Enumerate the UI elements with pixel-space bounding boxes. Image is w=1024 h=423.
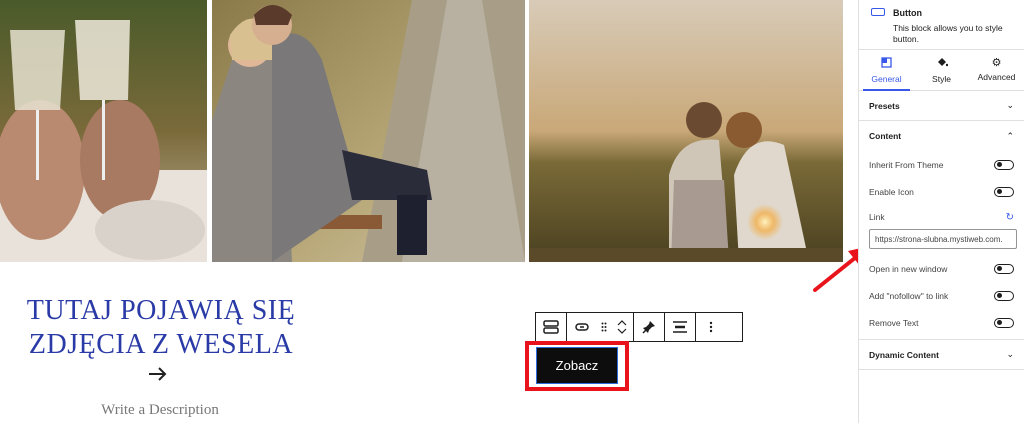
- link-icon[interactable]: [567, 313, 597, 341]
- toolbar-group-more: [696, 313, 726, 341]
- inherit-theme-label: Inherit From Theme: [869, 159, 944, 170]
- new-window-row: Open in new window: [859, 255, 1024, 282]
- tab-advanced-label: Advanced: [977, 72, 1016, 82]
- more-options-icon[interactable]: [696, 313, 726, 341]
- content-label: Content: [869, 131, 902, 141]
- couple-on-bench-photo[interactable]: [212, 0, 525, 262]
- inherit-theme-row: Inherit From Theme: [859, 151, 1024, 178]
- remove-text-toggle[interactable]: [994, 317, 1014, 328]
- move-buttons: [611, 313, 633, 341]
- enable-icon-row: Enable Icon: [859, 178, 1024, 205]
- editor-canvas: TUTAJ POJAWIĄ SIĘ ZDJĘCIA Z WESELA Write…: [0, 0, 858, 423]
- button-block-icon: [871, 8, 885, 16]
- tab-advanced[interactable]: ⚙ Advanced: [969, 50, 1024, 90]
- settings-sidebar: Button This block allows you to style bu…: [858, 0, 1024, 423]
- toolbar-group-move: [567, 313, 634, 341]
- presets-label: Presets: [869, 100, 900, 111]
- presets-panel-toggle[interactable]: Presets ⌄: [859, 91, 1024, 121]
- enable-icon-toggle[interactable]: [994, 186, 1014, 197]
- align-center-icon[interactable]: [665, 313, 695, 341]
- nofollow-label: Add "nofollow" to link: [869, 290, 949, 301]
- page-heading[interactable]: TUTAJ POJAWIĄ SIĘ ZDJĘCIA Z WESELA: [8, 294, 314, 362]
- dynamic-content-label: Dynamic Content: [869, 349, 939, 360]
- dynamic-content-panel-toggle[interactable]: Dynamic Content ⌄: [859, 340, 1024, 370]
- heading-line-1: TUTAJ POJAWIĄ SIĘ: [26, 295, 296, 326]
- link-row: Link ↻: [859, 205, 1024, 229]
- nofollow-toggle[interactable]: [994, 290, 1014, 301]
- toolbar-group-block: [536, 313, 567, 341]
- editor-window: TUTAJ POJAWIĄ SIĘ ZDJĘCIA Z WESELA Write…: [0, 0, 1024, 423]
- link-label: Link: [869, 212, 885, 222]
- enable-icon-label: Enable Icon: [869, 186, 914, 197]
- chevron-down-icon: ⌄: [1006, 100, 1014, 110]
- style-icon: [936, 57, 948, 71]
- arrow-right-icon: [146, 364, 170, 384]
- content-panel-toggle[interactable]: Content ⌃: [859, 121, 1024, 151]
- reset-icon[interactable]: ↻: [1006, 212, 1014, 223]
- heading-line-2: ZDJĘCIA Z WESELA: [28, 329, 294, 360]
- move-up-icon[interactable]: [617, 320, 627, 326]
- move-down-icon[interactable]: [617, 328, 627, 334]
- block-title: Button: [893, 8, 922, 18]
- button-block-icon[interactable]: [536, 313, 566, 341]
- new-window-label: Open in new window: [869, 263, 948, 274]
- tab-style[interactable]: Style: [914, 50, 969, 90]
- zobacz-button[interactable]: Zobacz: [536, 347, 618, 384]
- gear-icon: ⚙: [991, 57, 1002, 69]
- content-panel: Content ⌃ Inherit From Theme Enable Icon…: [859, 121, 1024, 340]
- new-window-toggle[interactable]: [994, 263, 1014, 274]
- remove-text-row: Remove Text: [859, 309, 1024, 336]
- tab-style-label: Style: [932, 73, 951, 84]
- link-input[interactable]: https://strona-slubna.mystiweb.com.: [869, 229, 1017, 249]
- toolbar-group-align: [665, 313, 696, 341]
- chevron-up-icon: ⌃: [1006, 130, 1014, 141]
- description-text[interactable]: Write a Description: [60, 402, 260, 419]
- pin-icon[interactable]: [634, 313, 664, 341]
- tab-general-label: General: [871, 73, 902, 84]
- tab-general[interactable]: General: [859, 50, 914, 91]
- block-description: This block allows you to style button.: [893, 23, 1003, 44]
- toolbar-group-pin: [634, 313, 665, 341]
- settings-tabs: General Style ⚙ Advanced: [859, 50, 1024, 91]
- chevron-down-icon: ⌄: [1006, 349, 1014, 359]
- drag-handle-icon[interactable]: [597, 313, 611, 341]
- nofollow-row: Add "nofollow" to link: [859, 282, 1024, 309]
- block-card: Button This block allows you to style bu…: [859, 0, 1024, 50]
- couple-at-sunset-photo[interactable]: [529, 0, 843, 262]
- inherit-theme-toggle[interactable]: [994, 159, 1014, 170]
- remove-text-label: Remove Text: [869, 317, 919, 328]
- block-toolbar: [535, 312, 743, 342]
- couple-toasting-photo[interactable]: [0, 0, 207, 262]
- general-icon: [881, 56, 892, 71]
